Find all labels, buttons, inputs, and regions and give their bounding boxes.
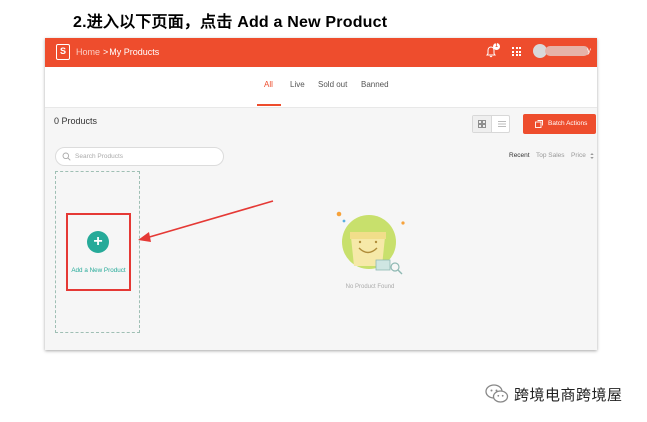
username-tail: y	[587, 46, 591, 55]
watermark-text: 跨境电商跨境屋	[514, 387, 623, 404]
price-sort-caret-icon[interactable]	[590, 152, 594, 160]
product-status-tabs: All Live Sold out Banned	[45, 67, 597, 108]
breadcrumb-separator: >	[103, 47, 109, 57]
wechat-logo-icon	[485, 384, 509, 403]
search-input[interactable]: Search Products	[55, 147, 224, 166]
breadcrumb-home-link[interactable]: Home	[76, 47, 100, 57]
grid-view-icon	[478, 120, 486, 128]
grid-view-button[interactable]	[473, 116, 492, 132]
username-blurred[interactable]	[545, 46, 589, 56]
add-product-label[interactable]: Add a New Product	[66, 267, 131, 274]
search-icon	[62, 152, 71, 161]
list-view-icon[interactable]	[498, 121, 506, 127]
document-heading: 2.进入以下页面，点击 Add a New Product	[73, 14, 388, 31]
sort-recent[interactable]: Recent	[509, 152, 530, 159]
empty-state-text: No Product Found	[345, 284, 395, 290]
seller-centre-window: S Home >My Products 1 y All Live Sold out…	[45, 38, 597, 350]
notification-badge: 1	[493, 43, 500, 50]
batch-actions-label: Batch Actions	[548, 120, 588, 127]
batch-actions-button[interactable]: Batch Actions	[523, 114, 596, 134]
tab-live[interactable]: Live	[290, 80, 305, 89]
shop-logo[interactable]: S	[56, 44, 70, 60]
empty-box-illustration	[336, 211, 405, 275]
active-tab-indicator	[257, 104, 281, 106]
sort-top-sales[interactable]: Top Sales	[536, 152, 565, 159]
tab-banned[interactable]: Banned	[361, 80, 389, 89]
breadcrumb-current: My Products	[109, 47, 160, 57]
sort-price[interactable]: Price	[571, 152, 586, 159]
apps-grid-icon[interactable]	[512, 47, 521, 56]
tab-all[interactable]: All	[264, 80, 273, 89]
search-placeholder: Search Products	[75, 153, 124, 160]
view-mode-toggle	[472, 115, 510, 133]
breadcrumb: Home >My Products	[76, 47, 159, 57]
tab-sold-out[interactable]: Sold out	[318, 80, 347, 89]
top-navigation-bar: S Home >My Products 1 y	[45, 38, 597, 67]
add-product-plus-icon[interactable]: +	[87, 231, 109, 253]
product-count: 0 Products	[54, 116, 98, 126]
batch-edit-icon	[535, 120, 543, 128]
